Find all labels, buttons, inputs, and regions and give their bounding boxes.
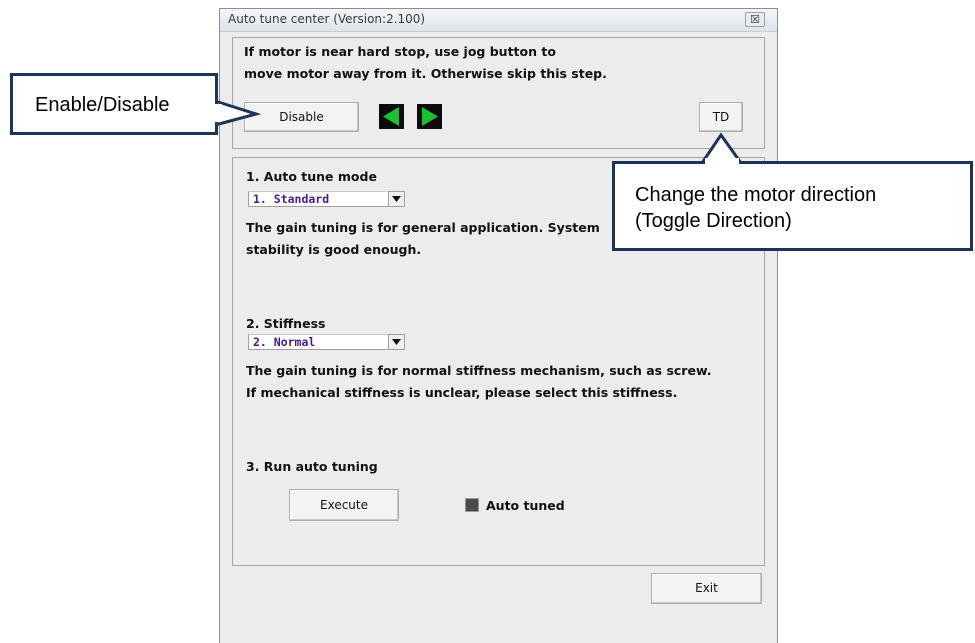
- stiffness-value: 2. Normal: [248, 334, 388, 350]
- td-button[interactable]: TD: [699, 102, 743, 132]
- callout-seam: [214, 104, 222, 122]
- jog-instruction-line2: move motor away from it. Otherwise skip …: [244, 66, 607, 81]
- stiffness-select[interactable]: 2. Normal: [248, 334, 405, 350]
- auto-tune-mode-select[interactable]: 1. Standard: [248, 191, 405, 207]
- execute-button[interactable]: Execute: [289, 489, 399, 521]
- jog-instruction-line1: If motor is near hard stop, use jog butt…: [244, 44, 556, 59]
- auto-tune-mode-desc-line2: stability is good enough.: [246, 242, 422, 257]
- jog-right-arrow-icon: [422, 107, 438, 126]
- run-auto-tuning-heading: 3. Run auto tuning: [246, 459, 378, 474]
- window-title: Auto tune center (Version:2.100): [228, 12, 426, 26]
- toggle-direction-callout: Change the motor direction (Toggle Direc…: [612, 161, 973, 251]
- jog-right-button[interactable]: [417, 104, 442, 129]
- stiffness-heading: 2. Stiffness: [246, 316, 326, 331]
- auto-tune-mode-heading: 1. Auto tune mode: [246, 169, 377, 184]
- auto-tuned-indicator: [465, 498, 479, 512]
- toggle-direction-callout-line2: (Toggle Direction): [635, 210, 792, 232]
- auto-tuned-label: Auto tuned: [486, 498, 565, 513]
- jog-left-arrow-icon: [383, 107, 399, 126]
- auto-tune-mode-value: 1. Standard: [248, 191, 388, 207]
- jog-left-button[interactable]: [379, 104, 404, 129]
- enable-disable-callout: Enable/Disable: [10, 73, 218, 135]
- chevron-down-icon[interactable]: [388, 191, 405, 207]
- close-button[interactable]: ☒: [745, 12, 765, 27]
- disable-button[interactable]: Disable: [244, 102, 359, 132]
- title-bar: Auto tune center (Version:2.100) ☒: [220, 9, 777, 32]
- exit-button[interactable]: Exit: [651, 573, 762, 604]
- enable-disable-callout-text: Enable/Disable: [35, 94, 170, 116]
- auto-tune-mode-desc-line1: The gain tuning is for general applicati…: [246, 220, 600, 235]
- chevron-down-icon[interactable]: [388, 334, 405, 350]
- toggle-direction-callout-line1: Change the motor direction: [635, 184, 877, 206]
- callout-seam-2: [705, 158, 739, 166]
- stiffness-desc-line2: If mechanical stiffness is unclear, plea…: [246, 385, 678, 400]
- stiffness-desc-line1: The gain tuning is for normal stiffness …: [246, 363, 712, 378]
